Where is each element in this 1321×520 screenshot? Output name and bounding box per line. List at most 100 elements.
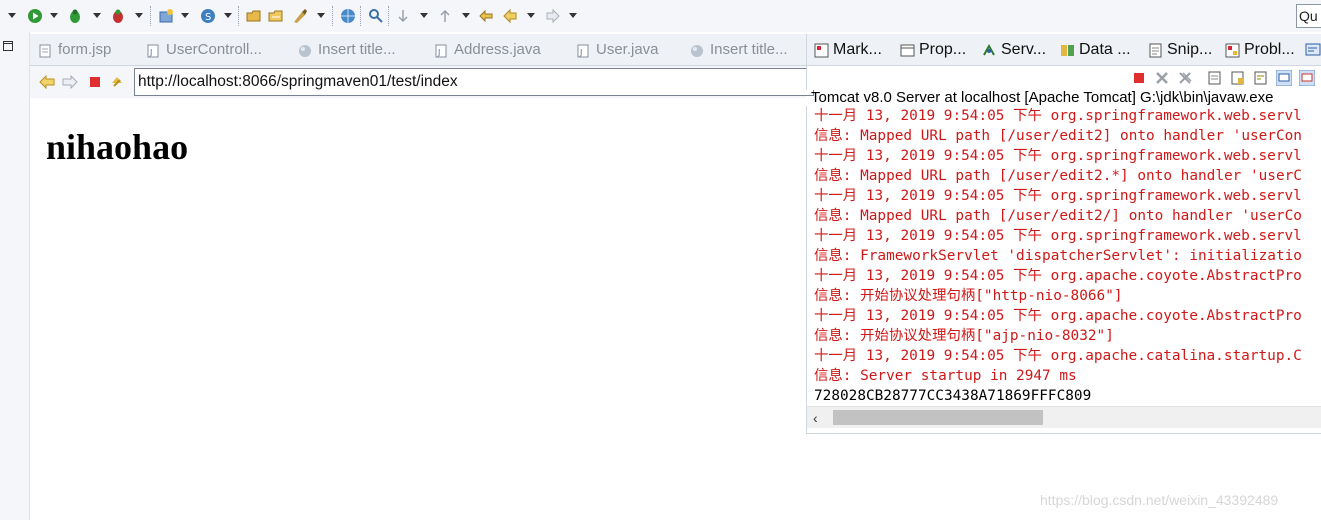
remove-launch-icon[interactable] [1154, 70, 1170, 86]
console-line: 十一月 13, 2019 9:54:05 下午 org.springframew… [814, 228, 1302, 244]
show-on-error-icon[interactable] [1299, 70, 1315, 86]
url-input[interactable] [134, 68, 814, 96]
back-dropdown-arrow[interactable] [527, 13, 535, 18]
remove-all-icon[interactable] [1177, 70, 1193, 86]
scroll-lock-icon[interactable] [1230, 70, 1246, 86]
open-resource-icon[interactable] [268, 8, 284, 24]
run-icon[interactable] [27, 8, 43, 24]
tab-markers[interactable]: Mark... [813, 39, 882, 63]
web-browser-icon[interactable] [340, 8, 356, 24]
quick-access-input[interactable]: Qu [1296, 4, 1321, 28]
toolbar-separator [332, 6, 333, 26]
back-arrow-icon[interactable] [39, 74, 55, 90]
markers-icon [814, 43, 829, 58]
editor-tab-label: Insert title... [710, 41, 788, 58]
new-dropdown-arrow[interactable] [8, 13, 16, 18]
editor-tab-user-java[interactable]: J User.java [574, 38, 659, 64]
editor-tab-label: Address.java [454, 41, 541, 58]
console-line: 十一月 13, 2019 9:54:05 下午 org.springframew… [814, 188, 1302, 204]
console-line: 十一月 13, 2019 9:54:05 下午 org.springframew… [814, 148, 1302, 164]
prev-annotation-icon[interactable] [437, 8, 453, 24]
console-line: 十一月 13, 2019 9:54:05 下午 org.apache.coyot… [814, 308, 1302, 324]
console-icon[interactable] [1305, 42, 1321, 58]
show-on-output-icon[interactable] [1276, 70, 1292, 86]
debug-dropdown-arrow[interactable] [93, 13, 101, 18]
run-dropdown-arrow[interactable] [50, 13, 58, 18]
prev-annotation-dropdown-arrow[interactable] [462, 13, 470, 18]
globe-icon [299, 45, 311, 57]
java-file-icon: J [147, 44, 159, 58]
new-server-icon[interactable]: S [200, 8, 216, 24]
view-tab-label: Snip... [1167, 41, 1213, 58]
next-annotation-icon[interactable] [395, 8, 411, 24]
debug-icon[interactable] [67, 8, 83, 24]
svg-text:J: J [149, 48, 152, 57]
console-line: 信息: 开始协议处理句柄["http-nio-8066"] [814, 288, 1123, 304]
java-file-icon: J [435, 44, 447, 58]
deploy-dropdown-arrow[interactable] [317, 13, 325, 18]
view-tab-bar: Mark... Prop... Serv... Data ... Snip...… [806, 34, 1321, 66]
main-toolbar: S Qu [0, 0, 1321, 32]
forward-icon[interactable] [545, 8, 561, 24]
toolbar-separator [388, 6, 389, 26]
view-tab-label: Prop... [919, 41, 967, 58]
left-trim-stack [0, 32, 30, 520]
coverage-icon[interactable] [110, 8, 126, 24]
editor-tab-form-jsp[interactable]: form.jsp [36, 38, 111, 64]
refresh-icon[interactable] [109, 74, 125, 90]
restore-icon[interactable] [3, 41, 13, 51]
editor-tab-address-java[interactable]: J Address.java [432, 38, 541, 64]
back-icon[interactable] [502, 8, 518, 24]
svg-text:S: S [205, 12, 211, 23]
next-annotation-dropdown-arrow[interactable] [420, 13, 428, 18]
tab-properties[interactable]: Prop... [899, 39, 966, 63]
forward-arrow-icon[interactable] [62, 74, 78, 90]
editor-tab-label: UserControll... [166, 41, 262, 58]
console-output[interactable]: 十一月 13, 2019 9:54:05 下午 org.springframew… [806, 106, 1321, 406]
tab-servers[interactable]: Serv... [981, 39, 1046, 63]
scrollbar-thumb[interactable] [833, 410, 1043, 425]
data-source-icon [1061, 45, 1074, 56]
globe-icon [691, 45, 703, 57]
view-tab-label: Probl... [1244, 41, 1295, 58]
page-heading: nihaohao [46, 127, 189, 167]
console-horizontal-scrollbar[interactable]: ‹ [806, 406, 1321, 428]
properties-icon [900, 44, 915, 57]
watermark-text: https://blog.csdn.net/weixin_43392489 [1040, 492, 1279, 508]
word-wrap-icon[interactable] [1253, 70, 1269, 86]
new-project-dropdown-arrow[interactable] [181, 13, 189, 18]
view-tab-label: Data ... [1079, 41, 1131, 58]
editor-tab-label: User.java [596, 41, 659, 58]
problems-icon [1225, 43, 1240, 58]
tab-problems[interactable]: Probl... [1224, 39, 1295, 63]
coverage-dropdown-arrow[interactable] [135, 13, 143, 18]
editor-tab-insert-title-1[interactable]: Insert title... [296, 38, 396, 64]
servers-icon [983, 43, 995, 56]
last-edit-icon[interactable] [478, 8, 494, 24]
new-server-dropdown-arrow[interactable] [224, 13, 232, 18]
clear-console-icon[interactable] [1207, 70, 1223, 86]
forward-dropdown-arrow[interactable] [569, 13, 577, 18]
scroll-left-icon[interactable]: ‹ [813, 410, 818, 426]
snippets-icon [1149, 43, 1162, 58]
jsp-file-icon [39, 44, 51, 58]
toolbar-separator [150, 6, 151, 26]
svg-text:J: J [579, 48, 582, 57]
java-file-icon: J [577, 44, 589, 58]
terminate-icon[interactable] [1131, 70, 1147, 86]
console-line: 十一月 13, 2019 9:54:05 下午 org.springframew… [814, 108, 1302, 124]
console-title: Tomcat v8.0 Server at localhost [Apache … [811, 89, 1274, 106]
editor-tab-usercontroller[interactable]: J UserControll... [144, 38, 262, 64]
deploy-icon[interactable] [292, 8, 308, 24]
new-project-icon[interactable] [158, 8, 174, 24]
editor-tab-insert-title-2[interactable]: Insert title... [688, 38, 788, 64]
console-bottom-border [806, 428, 1321, 434]
tab-data-source[interactable]: Data ... [1059, 39, 1131, 63]
search-icon[interactable] [368, 8, 384, 24]
editor-tab-label: form.jsp [58, 41, 112, 58]
browser-toolbar [30, 66, 814, 98]
tab-snippets[interactable]: Snip... [1147, 39, 1212, 63]
console-line: 728028CB28777CC3438A71869FFFC809 [814, 388, 1092, 404]
open-type-icon[interactable] [246, 8, 262, 24]
stop-icon[interactable] [87, 74, 103, 90]
